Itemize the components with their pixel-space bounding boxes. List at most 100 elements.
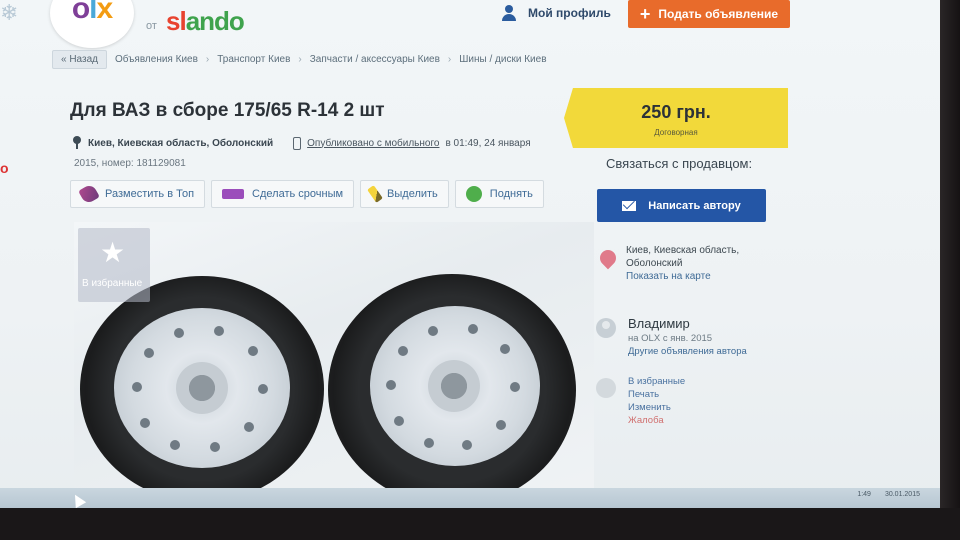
breadcrumb-separator: › [298, 54, 302, 65]
star-icon: ★ [100, 237, 126, 268]
browser-viewport: ❄ olx от slando Мой профиль + Подать объ… [0, 0, 940, 508]
report-link[interactable]: Жалоба [628, 415, 685, 426]
breadcrumb: « Назад Объявления Киев › Транспорт Киев… [52, 50, 547, 69]
rim-hole [140, 418, 150, 428]
location-line: Оболонский [626, 258, 683, 269]
highlight-button[interactable]: Выделить [360, 180, 449, 208]
ad-number: 2015, номер: 181129081 [74, 158, 186, 169]
top-placement-button[interactable]: Разместить в Топ [70, 180, 206, 208]
published-mobile-link[interactable]: Опубликовано с мобильного [307, 138, 439, 149]
avatar [596, 318, 616, 338]
up-icon [465, 186, 482, 202]
rim-hole [132, 382, 142, 392]
action-label: Поднять [489, 188, 533, 200]
rim-left [114, 308, 290, 468]
price-negotiable: Договорная [654, 128, 698, 137]
rim-hole [386, 380, 396, 390]
action-label: Сделать срочным [252, 188, 344, 200]
monitor-bezel [940, 0, 960, 540]
rim-hole [244, 422, 254, 432]
rim-hole [462, 440, 472, 450]
marker-icon [367, 185, 383, 203]
rim-hole [510, 382, 520, 392]
breadcrumb-item[interactable]: Шины / диски Киев [459, 54, 546, 65]
published-time: в 01:49, 24 января [445, 137, 531, 149]
rim-hole [394, 416, 404, 426]
rim-hole [144, 348, 154, 358]
post-ad-label: Подать объявление [658, 7, 779, 21]
logo-connector-text: от [146, 20, 157, 32]
ad-meta: Киев, Киевская область, Оболонский Опубл… [72, 136, 531, 150]
hub-left [176, 362, 228, 414]
rim-hole [258, 384, 268, 394]
ad-location[interactable]: Киев, Киевская область, Оболонский [88, 138, 273, 149]
rim-hole [424, 438, 434, 448]
edge-fragment: o [0, 160, 9, 176]
olx-logo[interactable]: olx [50, 0, 134, 48]
tray-time: 1:49 [857, 491, 871, 498]
promo-actions: Разместить в Топ Сделать срочным Выделит… [70, 180, 544, 208]
olx-logo-text: olx [71, 0, 113, 25]
hub-right [428, 360, 480, 412]
back-button[interactable]: « Назад [52, 50, 107, 69]
contact-seller-heading: Связаться с продавцом: [606, 156, 753, 171]
tire-right [328, 274, 576, 506]
os-taskbar: 1:49 30.01.2015 [0, 488, 940, 508]
write-author-label: Написать автору [648, 199, 741, 212]
rim-hole [468, 324, 478, 334]
my-profile-link[interactable]: Мой профиль [500, 4, 611, 22]
rim-hole [248, 346, 258, 356]
location-line: Киев, Киевская область, [626, 245, 740, 256]
location-pin-icon [72, 136, 82, 150]
seller-since: на OLX с янв. 2015 [628, 333, 713, 344]
tray-date: 30.01.2015 [884, 491, 920, 498]
snowflake-decoration-icon: ❄ [0, 0, 19, 25]
rim-hole [174, 328, 184, 338]
breadcrumb-separator: › [205, 54, 210, 65]
bump-button[interactable]: Поднять [454, 180, 544, 208]
user-icon [500, 4, 518, 22]
plus-icon: + [639, 4, 651, 24]
rim-hole [398, 346, 408, 356]
show-on-map-link[interactable]: Показать на карте [626, 270, 739, 283]
price-value: 250 грн. [641, 102, 711, 122]
rim-hole [500, 344, 510, 354]
rim-hole [428, 326, 438, 336]
breadcrumb-separator: › [447, 54, 452, 65]
urgent-button[interactable]: Сделать срочным [211, 180, 355, 208]
slando-logo[interactable]: slando [166, 6, 245, 37]
seller-name: Владимир [628, 316, 690, 331]
my-profile-label: Мой профиль [528, 6, 611, 20]
map-pin-icon [600, 250, 616, 276]
print-link[interactable]: Печать [628, 389, 685, 400]
action-label: Выделить [387, 188, 438, 200]
favorite-link[interactable]: В избранные [628, 376, 685, 387]
mail-icon [622, 200, 637, 211]
rim-hole [214, 326, 224, 336]
rim-hole [170, 440, 180, 450]
breadcrumb-item[interactable]: Запчасти / аксессуары Киев [310, 54, 440, 65]
monitor-bezel-bottom [0, 508, 960, 540]
rim-right [370, 306, 540, 466]
tire-left [80, 276, 324, 502]
write-author-button[interactable]: Написать автору [597, 189, 766, 222]
urgent-icon [222, 189, 245, 199]
action-label: Разместить в Топ [105, 188, 195, 200]
breadcrumb-item[interactable]: Объявления Киев [115, 54, 198, 65]
add-to-favorites-badge[interactable]: ★ В избранные [78, 228, 150, 302]
post-ad-button[interactable]: + Подать объявление [628, 0, 790, 28]
mobile-icon [293, 136, 302, 150]
ad-title: Для ВАЗ в сборе 175/65 R-14 2 шт [70, 100, 385, 121]
seller-info: Владимир на OLX с янв. 2015 Другие объяв… [596, 316, 747, 357]
ad-photo[interactable]: ★ В избранные [74, 222, 594, 508]
ad-options: В избранные Печать Изменить Жалоба [596, 376, 685, 426]
options-icon [596, 378, 616, 398]
location-text: Киев, Киевская область, Оболонский Показ… [626, 244, 739, 283]
rim-hole [210, 442, 220, 452]
seller-location: Киев, Киевская область, Оболонский Показ… [600, 244, 739, 283]
breadcrumb-item[interactable]: Транспорт Киев [217, 54, 290, 65]
system-tray[interactable]: 1:49 30.01.2015 [857, 491, 920, 498]
other-ads-link[interactable]: Другие объявления автора [628, 346, 747, 357]
favorite-label: В избранные [82, 278, 143, 289]
edit-link[interactable]: Изменить [628, 402, 685, 413]
